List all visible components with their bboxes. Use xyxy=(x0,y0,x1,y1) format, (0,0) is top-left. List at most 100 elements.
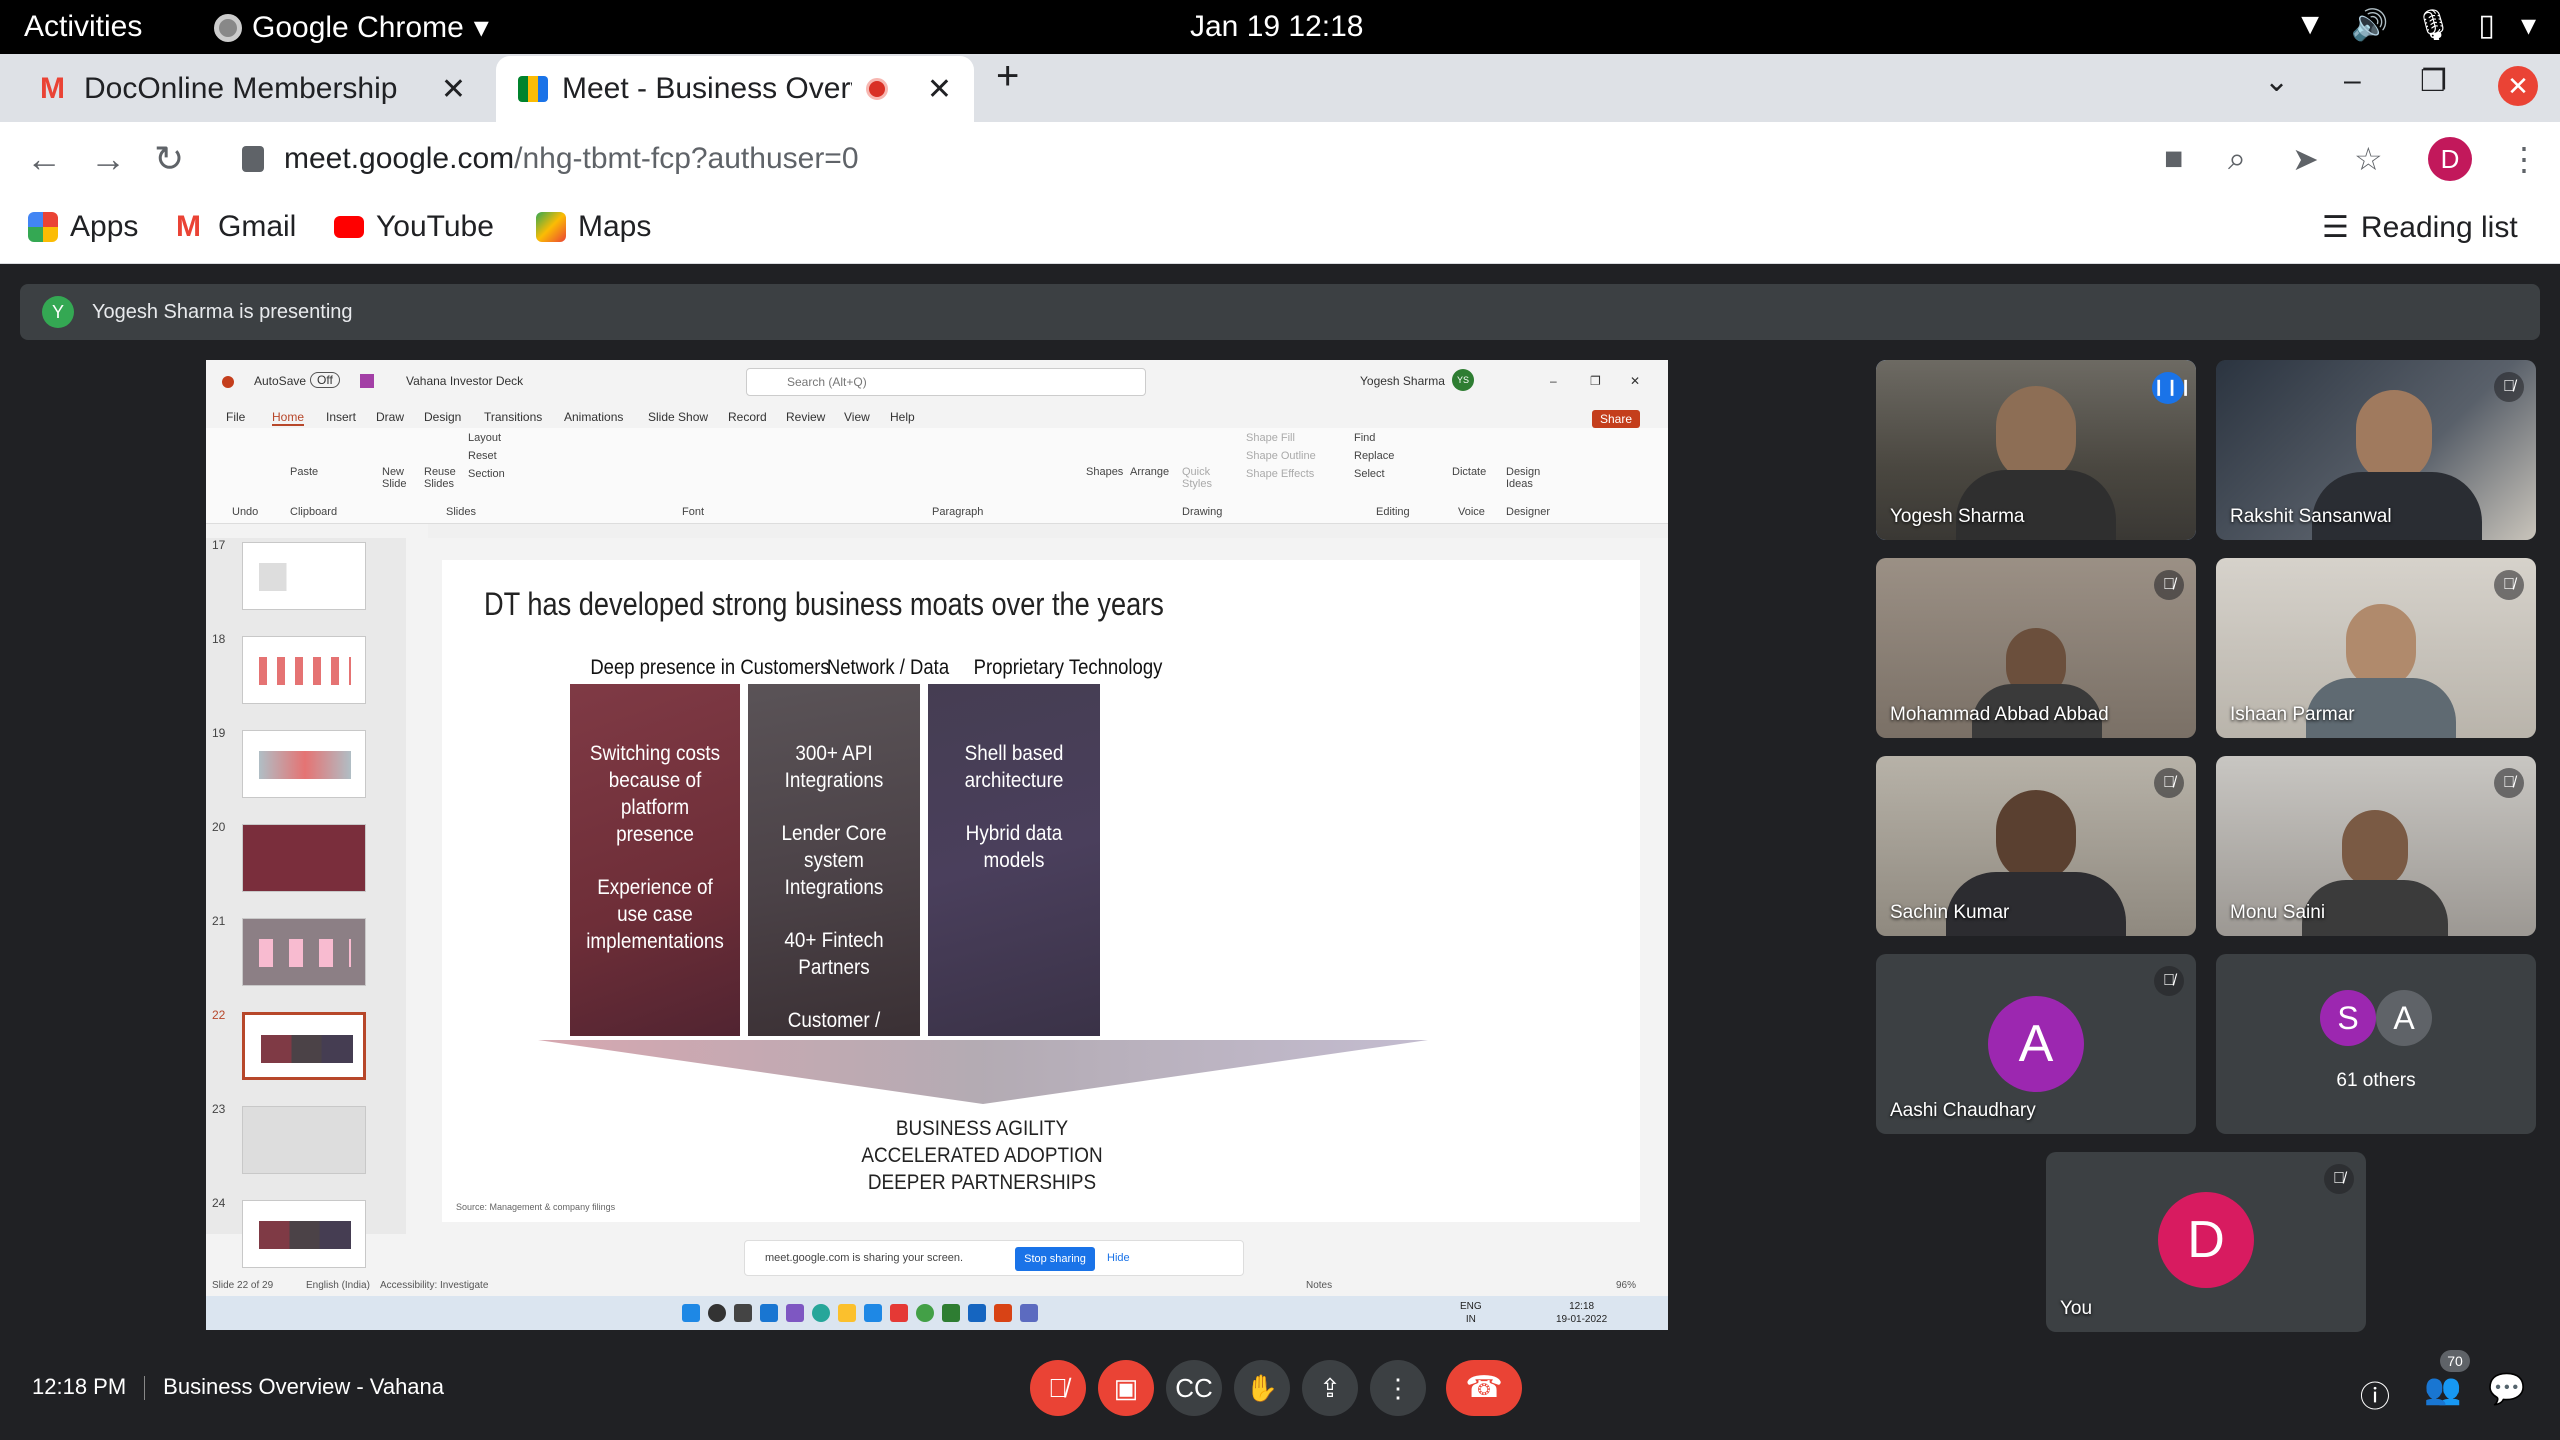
tab-search-icon[interactable]: ⌄ xyxy=(2264,64,2289,99)
hide-button[interactable]: Hide xyxy=(1107,1252,1130,1264)
bookmark-apps[interactable]: Apps xyxy=(28,210,138,244)
menu-animations[interactable]: Animations xyxy=(564,410,623,424)
back-icon[interactable]: ← xyxy=(26,138,62,180)
chat-icon[interactable]: 💬 xyxy=(2488,1372,2525,1407)
widgets-icon[interactable] xyxy=(760,1304,778,1322)
menu-insert[interactable]: Insert xyxy=(326,410,356,424)
participant-tile[interactable]: 🎙̸ Sachin Kumar xyxy=(1876,756,2196,936)
camera-off-button[interactable]: ▣ xyxy=(1098,1360,1154,1416)
powerpoint-icon[interactable] xyxy=(994,1304,1012,1322)
participant-tile[interactable]: ❙❙❙ Yogesh Sharma xyxy=(1876,360,2196,540)
send-to-device-icon[interactable]: ➤ xyxy=(2292,140,2319,178)
slide-thumbnail[interactable]: 19 xyxy=(206,726,406,810)
teams-icon[interactable] xyxy=(1020,1304,1038,1322)
bookmark-gmail[interactable]: M Gmail xyxy=(176,210,296,244)
participant-tile[interactable]: 🎙̸ Monu Saini xyxy=(2216,756,2536,936)
ribbon-replace[interactable]: Replace xyxy=(1354,450,1394,462)
powerpoint-user-avatar[interactable]: YS xyxy=(1452,369,1474,391)
slide-thumbnail[interactable]: 20 xyxy=(206,820,406,904)
ribbon-section[interactable]: Section xyxy=(468,468,505,480)
slide-thumbnails-pane[interactable]: 17 18 19 20 21 22 23 24 xyxy=(206,538,406,1268)
menu-design[interactable]: Design xyxy=(424,410,461,424)
menu-help[interactable]: Help xyxy=(890,410,915,424)
close-tab-icon[interactable]: ✕ xyxy=(441,72,466,107)
system-tray[interactable]: ▼ 🔊 🎙 ▯ ▾ xyxy=(2295,8,2536,43)
autosave-toggle[interactable]: Off xyxy=(310,372,340,388)
notes-button[interactable]: Notes xyxy=(1306,1280,1332,1291)
office-icon[interactable] xyxy=(890,1304,908,1322)
ribbon-shapes[interactable]: Shapes xyxy=(1086,466,1123,478)
bookmark-youtube[interactable]: YouTube xyxy=(334,210,494,244)
menu-draw[interactable]: Draw xyxy=(376,410,404,424)
bookmark-maps[interactable]: Maps xyxy=(536,210,651,244)
shared-screen[interactable]: AutoSave Off Vahana Investor Deck Search… xyxy=(206,360,1668,1330)
save-icon[interactable] xyxy=(360,374,374,388)
minimize-icon[interactable]: – xyxy=(1550,374,1557,388)
url-text[interactable]: meet.google.com/nhg-tbmt-fcp?authuser=0 xyxy=(284,142,859,176)
close-window-button[interactable]: ✕ xyxy=(2498,66,2538,106)
ribbon-dictate[interactable]: Dictate xyxy=(1452,466,1486,478)
slide-thumbnail-selected[interactable]: 22 xyxy=(206,1008,406,1092)
ribbon-select[interactable]: Select xyxy=(1354,468,1385,480)
teams-chat-icon[interactable] xyxy=(786,1304,804,1322)
share-button[interactable]: Share xyxy=(1592,410,1641,428)
present-now-button[interactable]: ⇪ xyxy=(1302,1360,1358,1416)
system-clock[interactable]: Jan 19 12:18 xyxy=(1190,10,1363,44)
file-name[interactable]: Vahana Investor Deck xyxy=(406,374,523,388)
menu-record[interactable]: Record xyxy=(728,410,767,424)
mail-icon[interactable] xyxy=(864,1304,882,1322)
slide-thumbnail[interactable]: 17 xyxy=(206,538,406,622)
ribbon-new-slide[interactable]: New Slide xyxy=(382,466,416,490)
captions-button[interactable]: CC xyxy=(1166,1360,1222,1416)
close-tab-icon[interactable]: ✕ xyxy=(927,72,952,107)
reading-list-button[interactable]: ☰ Reading list xyxy=(2322,210,2518,245)
ribbon-shape-effects[interactable]: Shape Effects xyxy=(1246,468,1314,480)
ribbon-find[interactable]: Find xyxy=(1354,432,1375,444)
meeting-details-icon[interactable]: ⓘ xyxy=(2360,1372,2390,1416)
outlook-icon[interactable] xyxy=(968,1304,986,1322)
new-tab-button[interactable]: + xyxy=(996,54,1019,99)
browser-tab-meet[interactable]: Meet - Business Overv ✕ xyxy=(496,56,974,122)
menu-slide-show[interactable]: Slide Show xyxy=(648,410,708,424)
participant-tile[interactable]: 🎙̸ Mohammad Abbad Abbad xyxy=(1876,558,2196,738)
bookmark-star-icon[interactable]: ☆ xyxy=(2354,140,2383,178)
ribbon-paste[interactable]: Paste xyxy=(290,466,318,478)
slide-thumbnail[interactable]: 18 xyxy=(206,632,406,716)
menu-home[interactable]: Home xyxy=(272,410,305,426)
slide-thumbnail[interactable]: 21 xyxy=(206,914,406,998)
powerpoint-search[interactable]: Search (Alt+Q) xyxy=(746,368,1146,396)
activities-button[interactable]: Activities xyxy=(24,10,142,44)
participant-tile[interactable]: 🎙̸ Rakshit Sansanwal xyxy=(2216,360,2536,540)
ribbon-shape-outline[interactable]: Shape Outline xyxy=(1246,450,1316,462)
ribbon-arrange[interactable]: Arrange xyxy=(1130,466,1169,478)
zoom-level[interactable]: 96% xyxy=(1616,1280,1636,1291)
restore-icon[interactable]: ❐ xyxy=(2420,64,2447,99)
input-language[interactable]: ENG IN xyxy=(1460,1300,1482,1326)
ribbon-reuse-slides[interactable]: Reuse Slides xyxy=(424,466,458,490)
others-tile[interactable]: S A 61 others xyxy=(2216,954,2536,1134)
windows-clock[interactable]: 12:18 19-01-2022 xyxy=(1556,1300,1607,1326)
stop-sharing-button[interactable]: Stop sharing xyxy=(1015,1247,1095,1271)
ribbon-layout[interactable]: Layout xyxy=(468,432,501,444)
self-tile[interactable]: D 🎙̸ You xyxy=(2046,1152,2366,1332)
participant-tile[interactable]: A 🎙̸ Aashi Chaudhary xyxy=(1876,954,2196,1134)
ribbon-reset[interactable]: Reset xyxy=(468,450,497,462)
slide-thumbnail[interactable]: 24 xyxy=(206,1196,406,1280)
camera-icon[interactable]: ■ xyxy=(2164,140,2183,177)
microphone-off-button[interactable]: 🎙̸ xyxy=(1030,1360,1086,1416)
zoom-icon[interactable]: ⌕ xyxy=(2228,140,2246,178)
menu-view[interactable]: View xyxy=(844,410,870,424)
chrome-icon[interactable] xyxy=(916,1304,934,1322)
participant-tile[interactable]: 🎙̸ Ishaan Parmar xyxy=(2216,558,2536,738)
address-bar[interactable]: meet.google.com/nhg-tbmt-fcp?authuser=0 xyxy=(222,130,2182,190)
file-explorer-icon[interactable] xyxy=(838,1304,856,1322)
ribbon-design-ideas[interactable]: Design Ideas xyxy=(1506,466,1546,490)
profile-avatar[interactable]: D xyxy=(2428,137,2472,181)
search-icon[interactable] xyxy=(708,1304,726,1322)
excel-icon[interactable] xyxy=(942,1304,960,1322)
slide-thumbnail[interactable]: 23 xyxy=(206,1102,406,1186)
close-icon[interactable]: ✕ xyxy=(1630,374,1640,388)
minimize-icon[interactable]: – xyxy=(2344,64,2361,98)
task-view-icon[interactable] xyxy=(734,1304,752,1322)
more-options-button[interactable]: ⋮ xyxy=(1370,1360,1426,1416)
